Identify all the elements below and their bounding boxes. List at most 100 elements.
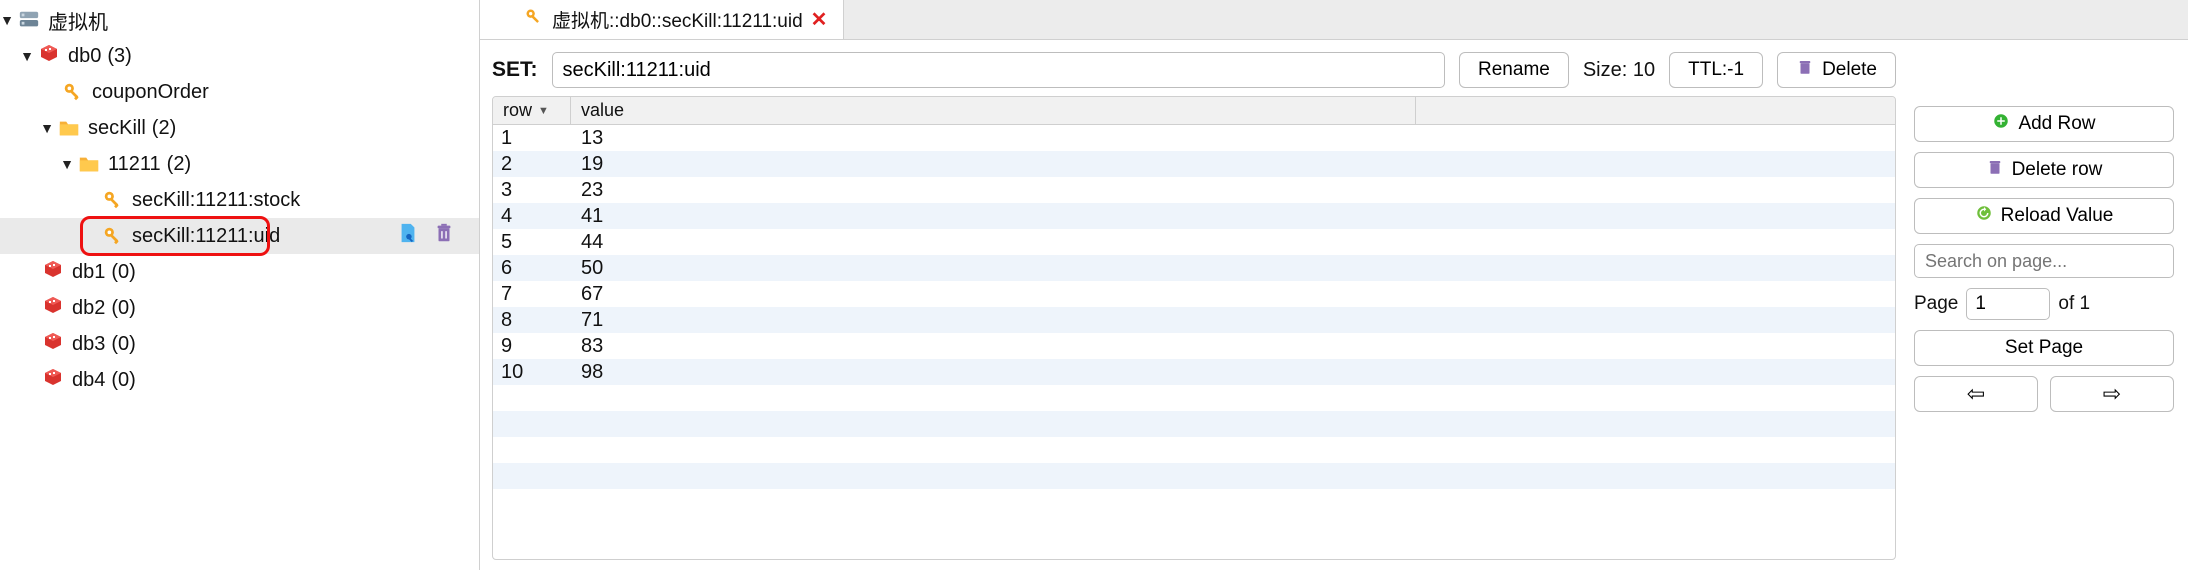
table-row[interactable]: 323 [493, 177, 1895, 203]
delete-key-button[interactable]: Delete [1777, 52, 1896, 88]
table-row [493, 411, 1895, 437]
cell-row: 6 [493, 257, 571, 280]
reload-icon [1975, 204, 1993, 228]
tree-node-db2[interactable]: ▼ db2 (0) [0, 290, 479, 326]
table-row[interactable]: 441 [493, 203, 1895, 229]
close-icon[interactable]: ✕ [811, 7, 828, 32]
delete-row-button[interactable]: Delete row [1914, 152, 2174, 188]
search-input[interactable] [1914, 244, 2174, 278]
cell-row: 3 [493, 179, 571, 202]
folder-icon [76, 151, 102, 177]
database-icon [40, 259, 66, 285]
cell-value: 44 [571, 231, 1895, 254]
table-row[interactable]: 650 [493, 255, 1895, 281]
table-header[interactable]: row ▼ value [493, 97, 1895, 125]
trash-icon [1796, 58, 1814, 82]
tree-node-db0[interactable]: ▼ db0 (3) [0, 38, 479, 74]
table-row[interactable]: 219 [493, 151, 1895, 177]
tree-node-db4[interactable]: ▼ db4 (0) [0, 362, 479, 398]
table-row[interactable]: 544 [493, 229, 1895, 255]
tab-bar-empty [843, 0, 2188, 39]
cell-value: 23 [571, 179, 1895, 202]
cell-row: 9 [493, 335, 571, 358]
tree-label: db4 [72, 369, 105, 392]
tree-node-11211[interactable]: ▼ 11211 (2) [0, 146, 479, 182]
tree-count: (3) [107, 45, 131, 68]
plus-icon [1992, 112, 2010, 136]
column-header-value[interactable]: value [571, 100, 1415, 121]
tree-node-db3[interactable]: ▼ db3 (0) [0, 326, 479, 362]
tab-bar: 虚拟机::db0::secKill:11211:uid ✕ [480, 0, 2188, 40]
cell-value: 19 [571, 153, 1895, 176]
tree-count: (0) [111, 369, 135, 392]
trash-icon [1986, 158, 2004, 182]
table-row [493, 463, 1895, 489]
tree-label: 虚拟机 [48, 6, 108, 35]
cell-value: 13 [571, 127, 1895, 150]
arrow-left-icon: ⇦ [1967, 381, 1985, 407]
cell-row: 8 [493, 309, 571, 332]
page-of: of 1 [2058, 293, 2090, 315]
tree-node-root[interactable]: ▼ 虚拟机 [0, 2, 479, 38]
database-icon [40, 331, 66, 357]
size-label: Size: 10 [1583, 59, 1655, 82]
rename-button[interactable]: Rename [1459, 52, 1569, 88]
cell-row: 1 [493, 127, 571, 150]
key-type-label: SET: [492, 58, 538, 82]
tree-label: db3 [72, 333, 105, 356]
set-page-button[interactable]: Set Page [1914, 330, 2174, 366]
table-row[interactable]: 871 [493, 307, 1895, 333]
cell-row: 5 [493, 231, 571, 254]
column-header-spare [1415, 97, 1895, 124]
table-row[interactable]: 983 [493, 333, 1895, 359]
caret-down-icon[interactable]: ▼ [20, 48, 34, 64]
tree-node-uid[interactable]: ▼ secKill:11211:uid [0, 218, 479, 254]
sort-desc-icon: ▼ [538, 105, 549, 117]
tree-node-seckill[interactable]: ▼ secKill (2) [0, 110, 479, 146]
cell-value: 41 [571, 205, 1895, 228]
tree-node-stock[interactable]: ▼ secKill:11211:stock [0, 182, 479, 218]
caret-down-icon[interactable]: ▼ [60, 156, 74, 172]
tab-active[interactable]: 虚拟机::db0::secKill:11211:uid ✕ [508, 0, 843, 39]
database-icon [40, 295, 66, 321]
arrow-right-icon: ⇨ [2103, 381, 2121, 407]
reload-value-button[interactable]: Reload Value [1914, 198, 2174, 234]
caret-down-icon[interactable]: ▼ [40, 120, 54, 136]
tree-label: db1 [72, 261, 105, 284]
database-icon [40, 367, 66, 393]
file-key-icon[interactable] [397, 222, 419, 250]
tree-label: db2 [72, 297, 105, 320]
table-row[interactable]: 1098 [493, 359, 1895, 385]
server-icon [16, 7, 42, 33]
tree-label: secKill:11211:stock [132, 189, 300, 212]
page-label: Page [1914, 293, 1958, 315]
cell-value: 98 [571, 361, 1895, 384]
next-page-button[interactable]: ⇨ [2050, 376, 2174, 412]
caret-down-icon[interactable]: ▼ [0, 12, 14, 28]
key-name-input[interactable] [552, 52, 1446, 88]
tree-label: 11211 [108, 153, 161, 176]
key-icon [60, 79, 86, 105]
tree-node-db1[interactable]: ▼ db1 (0) [0, 254, 479, 290]
add-row-button[interactable]: Add Row [1914, 106, 2174, 142]
table-row [493, 437, 1895, 463]
cell-value: 50 [571, 257, 1895, 280]
tree-panel: ▼ 虚拟机 ▼ db0 (3) ▼ couponOrder [0, 0, 480, 570]
cell-value: 71 [571, 309, 1895, 332]
right-panel: 虚拟机::db0::secKill:11211:uid ✕ SET: Renam… [480, 0, 2188, 570]
tree-count: (2) [167, 153, 191, 176]
cell-value: 83 [571, 335, 1895, 358]
key-icon [524, 7, 544, 33]
page-input[interactable] [1966, 288, 2050, 320]
folder-icon [56, 115, 82, 141]
tree-node-couponorder[interactable]: ▼ couponOrder [0, 74, 479, 110]
table-row[interactable]: 113 [493, 125, 1895, 151]
table-row[interactable]: 767 [493, 281, 1895, 307]
tree-label: couponOrder [92, 81, 209, 104]
key-icon [100, 187, 126, 213]
prev-page-button[interactable]: ⇦ [1914, 376, 2038, 412]
trash-icon[interactable] [433, 222, 455, 250]
column-header-row[interactable]: row ▼ [493, 97, 571, 124]
cell-row: 10 [493, 361, 571, 384]
ttl-button[interactable]: TTL:-1 [1669, 52, 1763, 88]
